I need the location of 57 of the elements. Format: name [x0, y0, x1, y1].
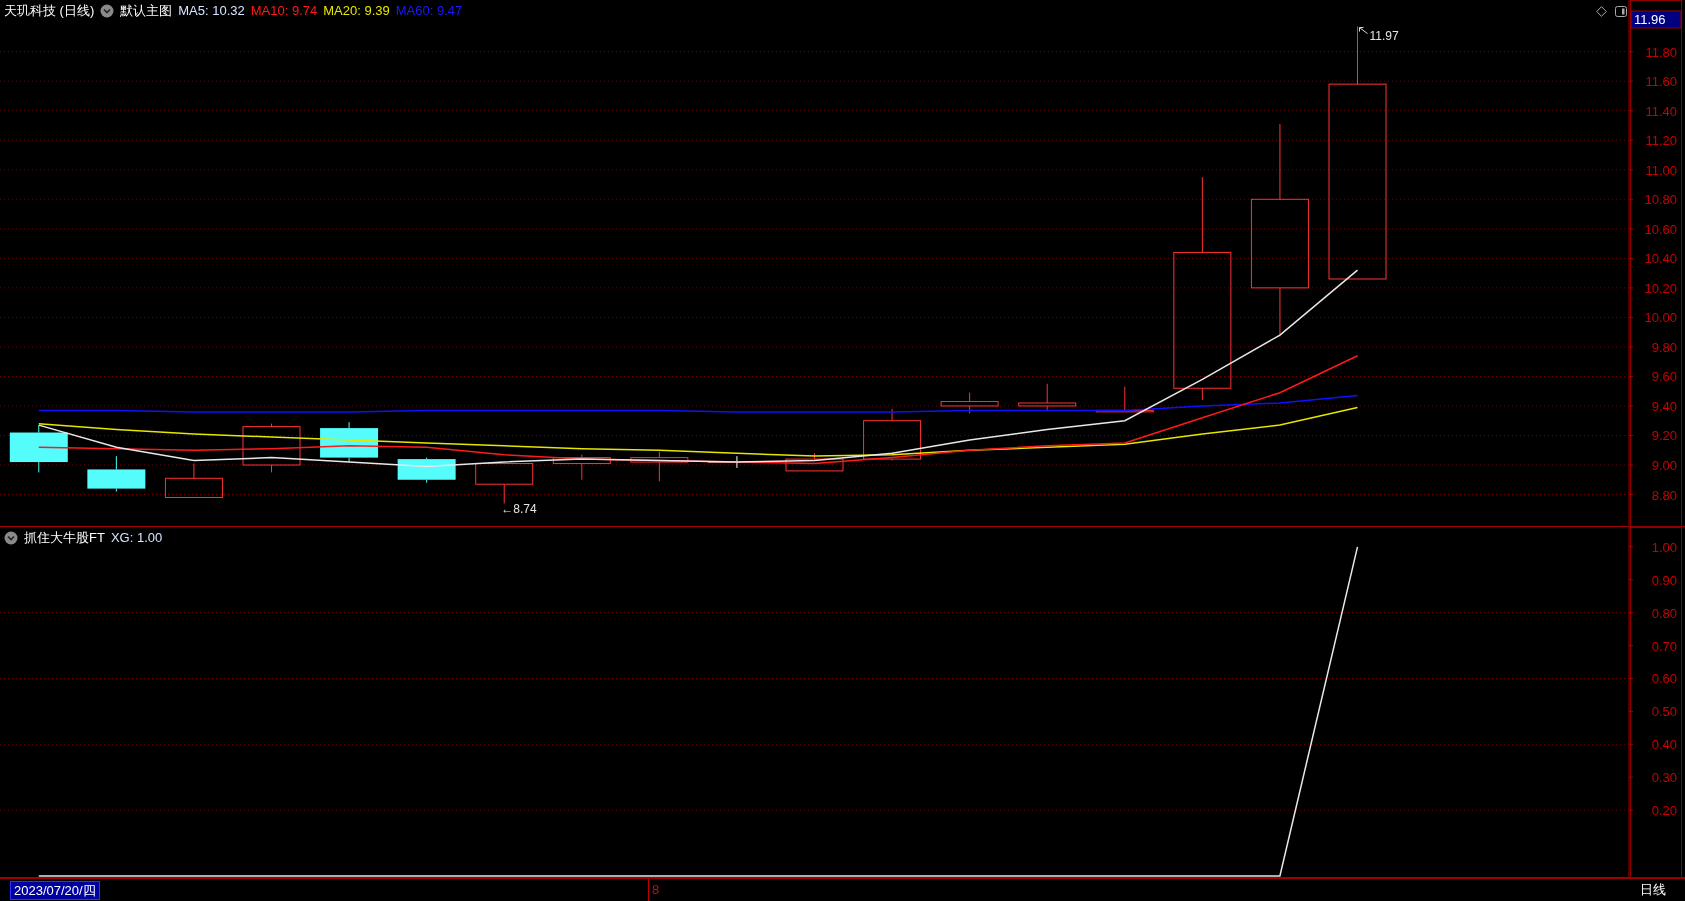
date-label: 2023/07/20/四 [10, 880, 100, 900]
axis-label: 0.50 [1651, 704, 1677, 720]
indicator-name: 抓住大牛股FT [24, 530, 105, 546]
chart-title: 天玑科技 (日线) [4, 3, 95, 19]
panel-icon[interactable] [1615, 6, 1627, 17]
indicator-value: MA10: 9.74 [250, 3, 318, 19]
candlestick [552, 454, 611, 481]
dropdown-icon[interactable] [100, 4, 115, 18]
candlestick [242, 423, 301, 473]
axis-label: 0.90 [1651, 572, 1677, 588]
candlestick [320, 421, 379, 463]
candlestick [863, 408, 922, 462]
candlestick [9, 424, 68, 473]
axis-label: 9.60 [1651, 369, 1677, 385]
axis-label: 10.40 [1644, 251, 1677, 267]
dropdown-icon[interactable] [4, 531, 18, 545]
leader-line [1359, 27, 1368, 35]
diamond-icon[interactable] [1596, 6, 1607, 17]
axis-label: 10.00 [1644, 310, 1677, 326]
axis-label: 10.80 [1644, 192, 1677, 208]
axis-label: 9.20 [1651, 428, 1677, 444]
price-annotation: 11.97 [1369, 28, 1399, 43]
axis-label: 0.70 [1651, 638, 1677, 654]
axis-label: 1.00 [1651, 539, 1677, 555]
axis-label: 11.80 [1645, 44, 1677, 60]
candlestick [785, 452, 844, 472]
axis-label: 9.80 [1651, 339, 1677, 355]
axis-label: 10.20 [1644, 280, 1677, 296]
candlestick [1018, 383, 1077, 411]
indicator-value: MA60: 9.47 [395, 3, 463, 19]
candlestick [475, 463, 534, 504]
indicator-value: MA20: 9.39 [323, 3, 390, 19]
axis-label: 10.60 [1644, 221, 1677, 237]
axis-label: 9.00 [1651, 458, 1677, 473]
candlestick [940, 392, 999, 414]
axis-label: 11.60 [1645, 74, 1677, 90]
candlestick [630, 451, 689, 482]
axis-label: 0.40 [1651, 737, 1677, 753]
axis-label: 0.80 [1651, 605, 1677, 621]
candlestick [1095, 386, 1154, 413]
axis-label: 0.60 [1651, 671, 1677, 687]
axis-label: 0.20 [1651, 803, 1677, 819]
candlestick [87, 455, 146, 493]
template-name: 默认主图 [120, 3, 173, 19]
axis-label: 11.40 [1645, 103, 1677, 119]
indicator-value: MA5: 10.32 [178, 3, 245, 19]
candlestick [397, 457, 456, 484]
price-annotation: ←8.74 [501, 502, 537, 517]
axis-label: 11.20 [1645, 133, 1677, 149]
axis-label: 8.80 [1651, 487, 1677, 503]
price-tag: 11.96 [1630, 10, 1682, 29]
axis-label: 11.00 [1645, 162, 1677, 178]
axis-label: 9.40 [1651, 398, 1677, 414]
candlestick [164, 463, 223, 498]
axis-label: 0.30 [1651, 770, 1677, 786]
indicator-value: XG: 1.00 [110, 530, 163, 546]
period-label: 日线 [1640, 881, 1666, 899]
